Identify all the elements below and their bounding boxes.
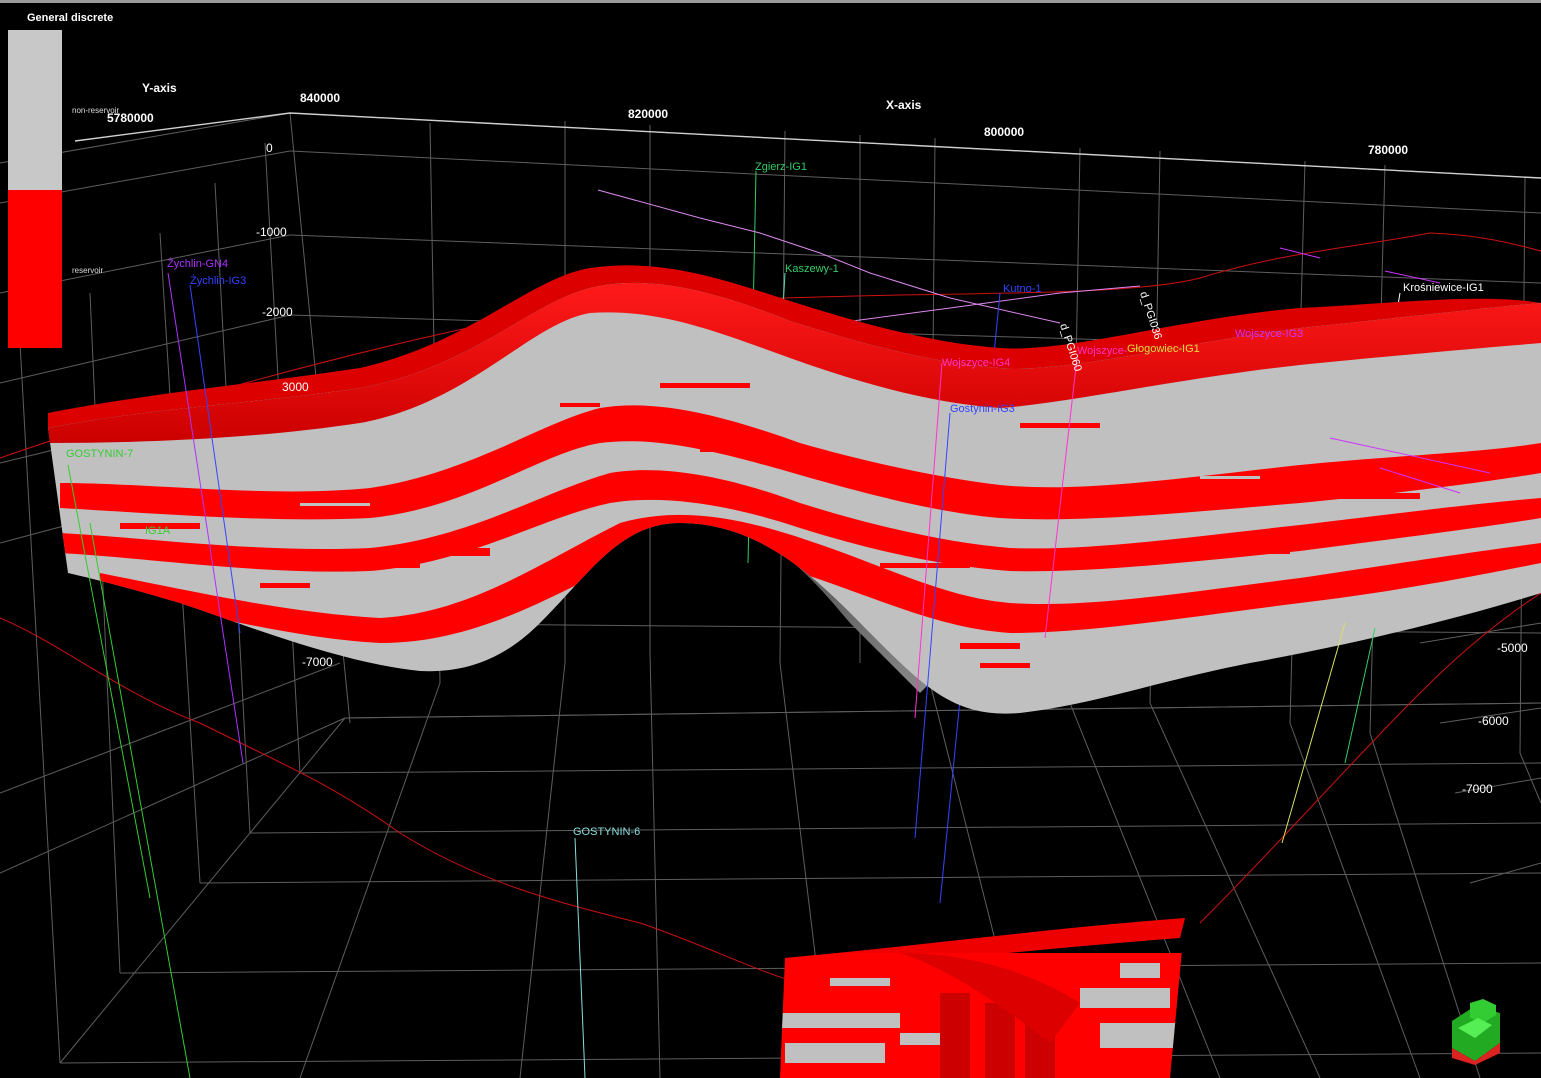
front-reservoir-block [780,918,1185,1078]
well-label-gostynin-ig3: Gostynin-IG3 [950,403,1015,415]
legend-swatch-reservoir [8,190,62,348]
legend-title: General discrete [27,12,114,24]
legend-swatch-non-reservoir [8,30,62,190]
orientation-cube-icon[interactable] [1452,999,1500,1065]
well-label-wojszyce: Wojszyce- [1077,345,1128,357]
z-tick-minus6000-right: -6000 [1478,714,1509,728]
well-label-zychlin-ig3: Żychlin-IG3 [190,274,246,287]
y-axis-title: Y-axis [142,81,177,95]
well-label-zychlin-gn4: Żychlin-GN4 [167,257,228,270]
well-label-wojszyce-ig4: Wojszyce-IG4 [942,357,1010,369]
well-label-gostynin-6: GOSTYNIN-6 [573,826,640,838]
z-tick-minus2000: -2000 [262,305,293,319]
z-tick-minus1000: -1000 [256,225,287,239]
well-label-kutno: Kutno-1 [1003,283,1042,295]
x-axis-title: X-axis [886,98,922,112]
top-frame-line [74,112,1541,179]
reservoir-model-body [48,265,1541,714]
z-tick-minus5000-right: -5000 [1497,641,1528,655]
legend-label-non-reservoir: non-reservoir [72,106,120,115]
legend-label-reservoir: reservoir [72,266,104,275]
x-tick-820000: 820000 [628,107,668,121]
well-label-zgierz: Zgierz-IG1 [755,161,807,173]
well-label-krosniewice: Krośniewice-IG1 [1403,282,1484,294]
well-label-glogowiec: Głogowiec-IG1 [1127,343,1200,355]
z-tick-minus7000: -7000 [302,655,333,669]
z-tick-0: 0 [266,141,273,155]
well-label-gostynin-7: GOSTYNIN-7 [66,448,133,460]
3d-scene[interactable]: Y-axis X-axis 5780000 840000 820000 8000… [0,3,1541,1078]
3d-viewport[interactable]: Y-axis X-axis 5780000 840000 820000 8000… [0,0,1541,1078]
z-tick-minus7000-right: -7000 [1462,782,1493,796]
well-label-ig1a: IG1A [145,525,171,537]
x-tick-800000: 800000 [984,125,1024,139]
well-label-wojszyce-ig3: Wojszyce-IG3 [1235,328,1303,340]
z-tick-3000: 3000 [282,380,309,394]
x-tick-840000: 840000 [300,91,340,105]
well-label-kaszewy: Kaszewy-1 [785,263,839,275]
x-tick-780000: 780000 [1368,143,1408,157]
